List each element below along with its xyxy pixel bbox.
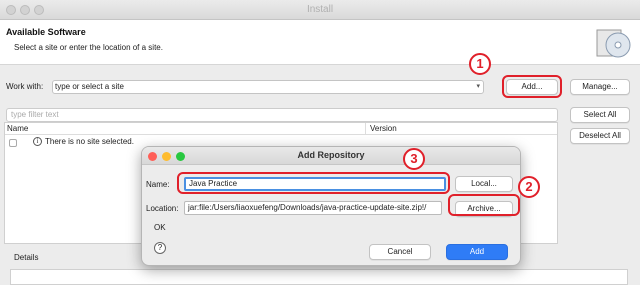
- filter-input[interactable]: type filter text: [6, 108, 558, 122]
- help-icon[interactable]: ?: [154, 242, 166, 254]
- annotation-1: 1: [469, 53, 491, 75]
- column-header-name[interactable]: Name: [5, 123, 365, 135]
- deselect-all-button[interactable]: Deselect All: [570, 128, 630, 144]
- manage-button[interactable]: Manage...: [570, 79, 630, 95]
- work-with-value: type or select a site: [55, 82, 124, 91]
- column-header-version[interactable]: Version: [365, 123, 557, 135]
- name-label: Name:: [146, 180, 170, 189]
- empty-message: There is no site selected.: [45, 137, 134, 146]
- dialog-title: Add Repository: [297, 150, 365, 160]
- add-button[interactable]: Add: [446, 244, 508, 260]
- name-field-highlight: [177, 172, 450, 194]
- work-with-combo[interactable]: type or select a site ▾: [52, 80, 484, 94]
- location-field[interactable]: jar:file:/Users/liaoxuefeng/Downloads/ja…: [184, 201, 442, 215]
- dialog-titlebar: Add Repository: [142, 147, 520, 165]
- status-ok: OK: [154, 223, 166, 232]
- row-checkbox[interactable]: [9, 139, 17, 147]
- details-box: [10, 269, 628, 285]
- local-button[interactable]: Local...: [455, 176, 513, 192]
- header-banner: Available Software Select a site or ente…: [0, 20, 640, 65]
- window-titlebar: Install: [0, 0, 640, 20]
- window-title: Install: [306, 4, 334, 15]
- work-with-label: Work with:: [6, 82, 44, 91]
- cancel-button[interactable]: Cancel: [369, 244, 431, 260]
- page-subtitle: Select a site or enter the location of a…: [14, 43, 163, 52]
- details-label: Details: [14, 253, 39, 262]
- install-cd-icon: [596, 29, 631, 58]
- location-label: Location:: [146, 204, 179, 213]
- annotation-2: 2: [518, 176, 540, 198]
- page-title: Available Software: [6, 27, 86, 37]
- chevron-down-icon[interactable]: ▾: [476, 81, 480, 93]
- archive-button-highlight: [448, 194, 520, 216]
- annotation-3: 3: [403, 148, 425, 170]
- select-all-button[interactable]: Select All: [570, 107, 630, 123]
- add-button-highlight: [502, 75, 562, 98]
- info-icon: i: [33, 137, 42, 146]
